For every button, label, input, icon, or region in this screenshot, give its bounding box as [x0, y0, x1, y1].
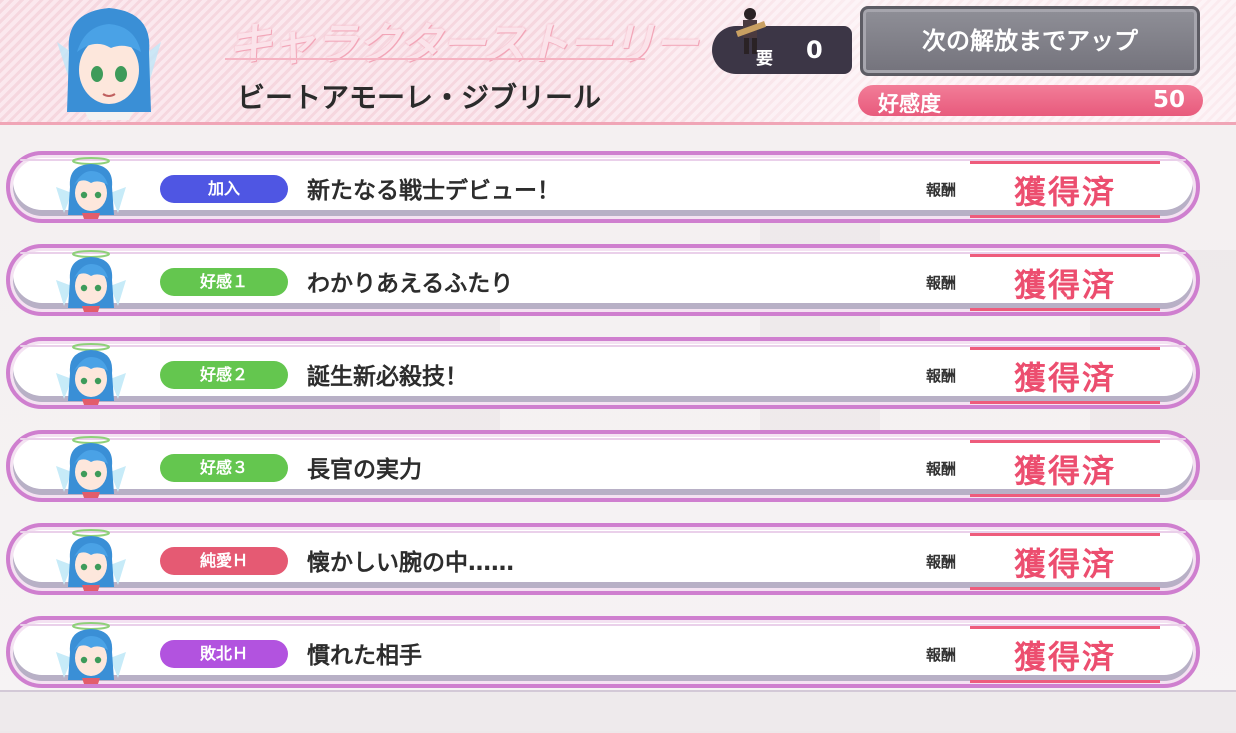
header-banner: キャラクターストーリー ビートアモーレ・ジブリール 要 0 次の解放までアップ …	[0, 0, 1236, 125]
story-tag: 敗北Ｈ	[160, 640, 288, 668]
reward-label: 報酬	[926, 646, 957, 664]
story-title: 誕生新必殺技！	[307, 364, 468, 390]
story-title: わかりあえるふたり	[307, 271, 514, 297]
character-avatar	[56, 529, 126, 591]
affinity-label: 好感度	[878, 92, 941, 116]
title-underline	[225, 58, 645, 60]
reward-label: 報酬	[926, 460, 957, 478]
story-title: 長官の実力	[307, 457, 422, 483]
story-row[interactable]: 好感１ わかりあえるふたり 報酬 獲得済	[6, 244, 1200, 316]
reward-claimed-stamp: 獲得済	[970, 531, 1160, 590]
reward-label: 報酬	[926, 274, 957, 292]
reward-label: 報酬	[926, 367, 957, 385]
story-title: 慣れた相手	[307, 643, 422, 669]
reward-label: 報酬	[926, 181, 957, 199]
story-tag: 純愛Ｈ	[160, 547, 288, 575]
screen-title: キャラクターストーリー	[228, 19, 698, 70]
reward-status: 獲得済	[1013, 638, 1116, 676]
character-avatar	[56, 436, 126, 498]
reward-status: 獲得済	[1013, 452, 1116, 490]
story-title: 懐かしい腕の中……	[307, 550, 514, 576]
requirement-arrow	[838, 38, 852, 62]
story-row[interactable]: 純愛Ｈ 懐かしい腕の中…… 報酬 獲得済	[6, 523, 1200, 595]
reward-claimed-stamp: 獲得済	[970, 624, 1160, 683]
story-tag: 好感３	[160, 454, 288, 482]
affinity-bar: 好感度 50	[858, 85, 1203, 116]
reward-claimed-stamp: 獲得済	[970, 345, 1160, 404]
story-row[interactable]: 加入 新たなる戦士デビュー！ 報酬 獲得済	[6, 151, 1200, 223]
reward-label: 報酬	[926, 553, 957, 571]
story-tag: 加入	[160, 175, 288, 203]
reward-claimed-stamp: 獲得済	[970, 438, 1160, 497]
requirement-badge: 要 0	[712, 8, 852, 74]
affinity-value: 50	[1152, 87, 1185, 113]
character-avatar	[56, 343, 126, 405]
character-name: ビートアモーレ・ジブリール	[237, 81, 602, 114]
reward-status: 獲得済	[1013, 173, 1116, 211]
reward-claimed-stamp: 獲得済	[970, 252, 1160, 311]
requirement-value: 0	[806, 36, 823, 64]
requirement-label: 要	[756, 49, 773, 69]
character-avatar	[56, 622, 126, 684]
story-tag: 好感２	[160, 361, 288, 389]
character-avatar	[56, 250, 126, 312]
story-row[interactable]: 好感２ 誕生新必殺技！ 報酬 獲得済	[6, 337, 1200, 409]
story-title: 新たなる戦士デビュー！	[307, 178, 560, 204]
reward-claimed-stamp: 獲得済	[970, 159, 1160, 218]
reward-status: 獲得済	[1013, 266, 1116, 304]
story-tag: 好感１	[160, 268, 288, 296]
character-portrait	[57, 8, 161, 120]
story-row[interactable]: 敗北Ｈ 慣れた相手 報酬 獲得済	[6, 616, 1200, 688]
reward-status: 獲得済	[1013, 359, 1116, 397]
reward-status: 獲得済	[1013, 545, 1116, 583]
story-row[interactable]: 好感３ 長官の実力 報酬 獲得済	[6, 430, 1200, 502]
unlock-next-button[interactable]: 次の解放までアップ	[860, 6, 1200, 76]
character-avatar	[56, 157, 126, 219]
